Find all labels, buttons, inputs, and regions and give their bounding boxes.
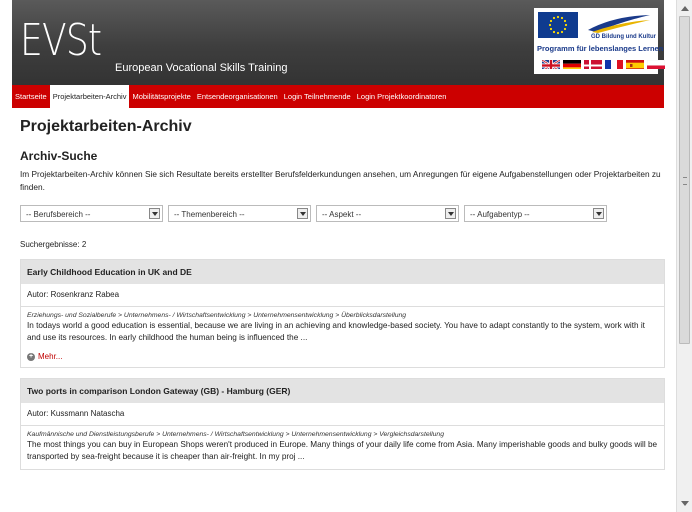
- filter-bar: -- Berufsbereich -- -- Themenbereich -- …: [20, 205, 665, 222]
- result-author: Autor: Kussmann Natascha: [21, 403, 664, 426]
- nav-item-startseite[interactable]: Startseite: [12, 85, 50, 108]
- scroll-up-arrow-icon[interactable]: [681, 6, 689, 11]
- result-category: Kaufmännische und Dienstleistungsberufe …: [27, 431, 444, 438]
- germany-flag-icon[interactable]: [563, 58, 581, 69]
- aspekt-select-value: -- Aspekt --: [322, 210, 362, 219]
- berufsbereich-select[interactable]: -- Berufsbereich --: [20, 205, 163, 222]
- logo-subtitle: European Vocational Skills Training: [115, 62, 288, 74]
- evst-logo[interactable]: EVSt: [20, 16, 102, 66]
- page: EVSt European Vocational Skills Training: [0, 0, 676, 512]
- nav-item-mobilitaetsprojekte[interactable]: Mobilitätsprojekte: [129, 85, 193, 108]
- plus-circle-icon[interactable]: +: [27, 352, 35, 361]
- dropdown-arrow-icon[interactable]: [593, 208, 604, 219]
- aufgabentyp-select[interactable]: -- Aufgabentyp --: [464, 205, 607, 222]
- france-flag-icon[interactable]: [605, 58, 623, 69]
- eu-program-logo: GD Bildung und Kultur Programm für leben…: [534, 8, 665, 74]
- aspekt-select[interactable]: -- Aspekt --: [316, 205, 459, 222]
- result-description: In todays world a good education is esse…: [27, 321, 645, 342]
- result-card: Early Childhood Education in UK and DE A…: [20, 259, 665, 368]
- scrollbar-thumb[interactable]: [679, 16, 690, 344]
- result-body: Kaufmännische und Dienstleistungsberufe …: [21, 426, 664, 469]
- page-title: Projektarbeiten-Archiv: [20, 118, 192, 135]
- intro-text: Im Projektarbeiten-Archiv können Sie sic…: [20, 169, 661, 192]
- result-title[interactable]: Two ports in comparison London Gateway (…: [21, 379, 664, 403]
- spain-flag-icon[interactable]: [626, 58, 644, 69]
- more-link[interactable]: + Mehr...: [27, 352, 658, 361]
- nav-item-login-projektkoordinatoren[interactable]: Login Projektkoordinatoren: [354, 85, 450, 108]
- result-description: The most things you can buy in European …: [27, 440, 658, 461]
- results-count: Suchergebnisse: 2: [20, 240, 87, 249]
- themenbereich-select-value: -- Themenbereich --: [174, 210, 245, 219]
- poland-flag-icon[interactable]: [647, 58, 665, 69]
- nav-item-projektarbeiten-archiv[interactable]: Projektarbeiten-Archiv: [49, 85, 130, 108]
- nav-item-entsendeorganisationen[interactable]: Entsendeorganisationen: [194, 85, 281, 108]
- result-body: Erziehungs- und Sozialberufe > Unternehm…: [21, 307, 664, 367]
- main-content: Projektarbeiten-Archiv Archiv-Suche Im P…: [20, 118, 665, 470]
- result-card: Two ports in comparison London Gateway (…: [20, 378, 665, 470]
- result-title[interactable]: Early Childhood Education in UK and DE: [21, 260, 664, 284]
- scrollbar-grip-icon: [683, 177, 687, 185]
- result-author: Autor: Rosenkranz Rabea: [21, 284, 664, 307]
- scroll-down-arrow-icon[interactable]: [681, 501, 689, 506]
- eu-flag-icon: [538, 12, 578, 38]
- main-nav: Startseite Projektarbeiten-Archiv Mobili…: [12, 85, 664, 108]
- denmark-flag-icon[interactable]: [584, 58, 602, 69]
- berufsbereich-select-value: -- Berufsbereich --: [26, 210, 91, 219]
- dropdown-arrow-icon[interactable]: [297, 208, 308, 219]
- eu-dg-label: GD Bildung und Kultur: [591, 34, 656, 40]
- language-flags: [542, 58, 665, 69]
- themenbereich-select[interactable]: -- Themenbereich --: [168, 205, 311, 222]
- uk-flag-icon[interactable]: [542, 58, 560, 69]
- more-link-label[interactable]: Mehr...: [38, 352, 62, 361]
- program-swoosh-icon: [584, 12, 654, 34]
- vertical-scrollbar[interactable]: [676, 0, 692, 512]
- aufgabentyp-select-value: -- Aufgabentyp --: [470, 210, 530, 219]
- site-header: EVSt European Vocational Skills Training: [12, 0, 665, 85]
- archive-search-title: Archiv-Suche: [20, 149, 98, 163]
- dropdown-arrow-icon[interactable]: [149, 208, 160, 219]
- nav-item-login-teilnehmende[interactable]: Login Teilnehmende: [281, 85, 354, 108]
- eu-program-label: Programm für lebenslanges Lernen: [537, 44, 664, 53]
- result-category: Erziehungs- und Sozialberufe > Unternehm…: [27, 312, 407, 319]
- dropdown-arrow-icon[interactable]: [445, 208, 456, 219]
